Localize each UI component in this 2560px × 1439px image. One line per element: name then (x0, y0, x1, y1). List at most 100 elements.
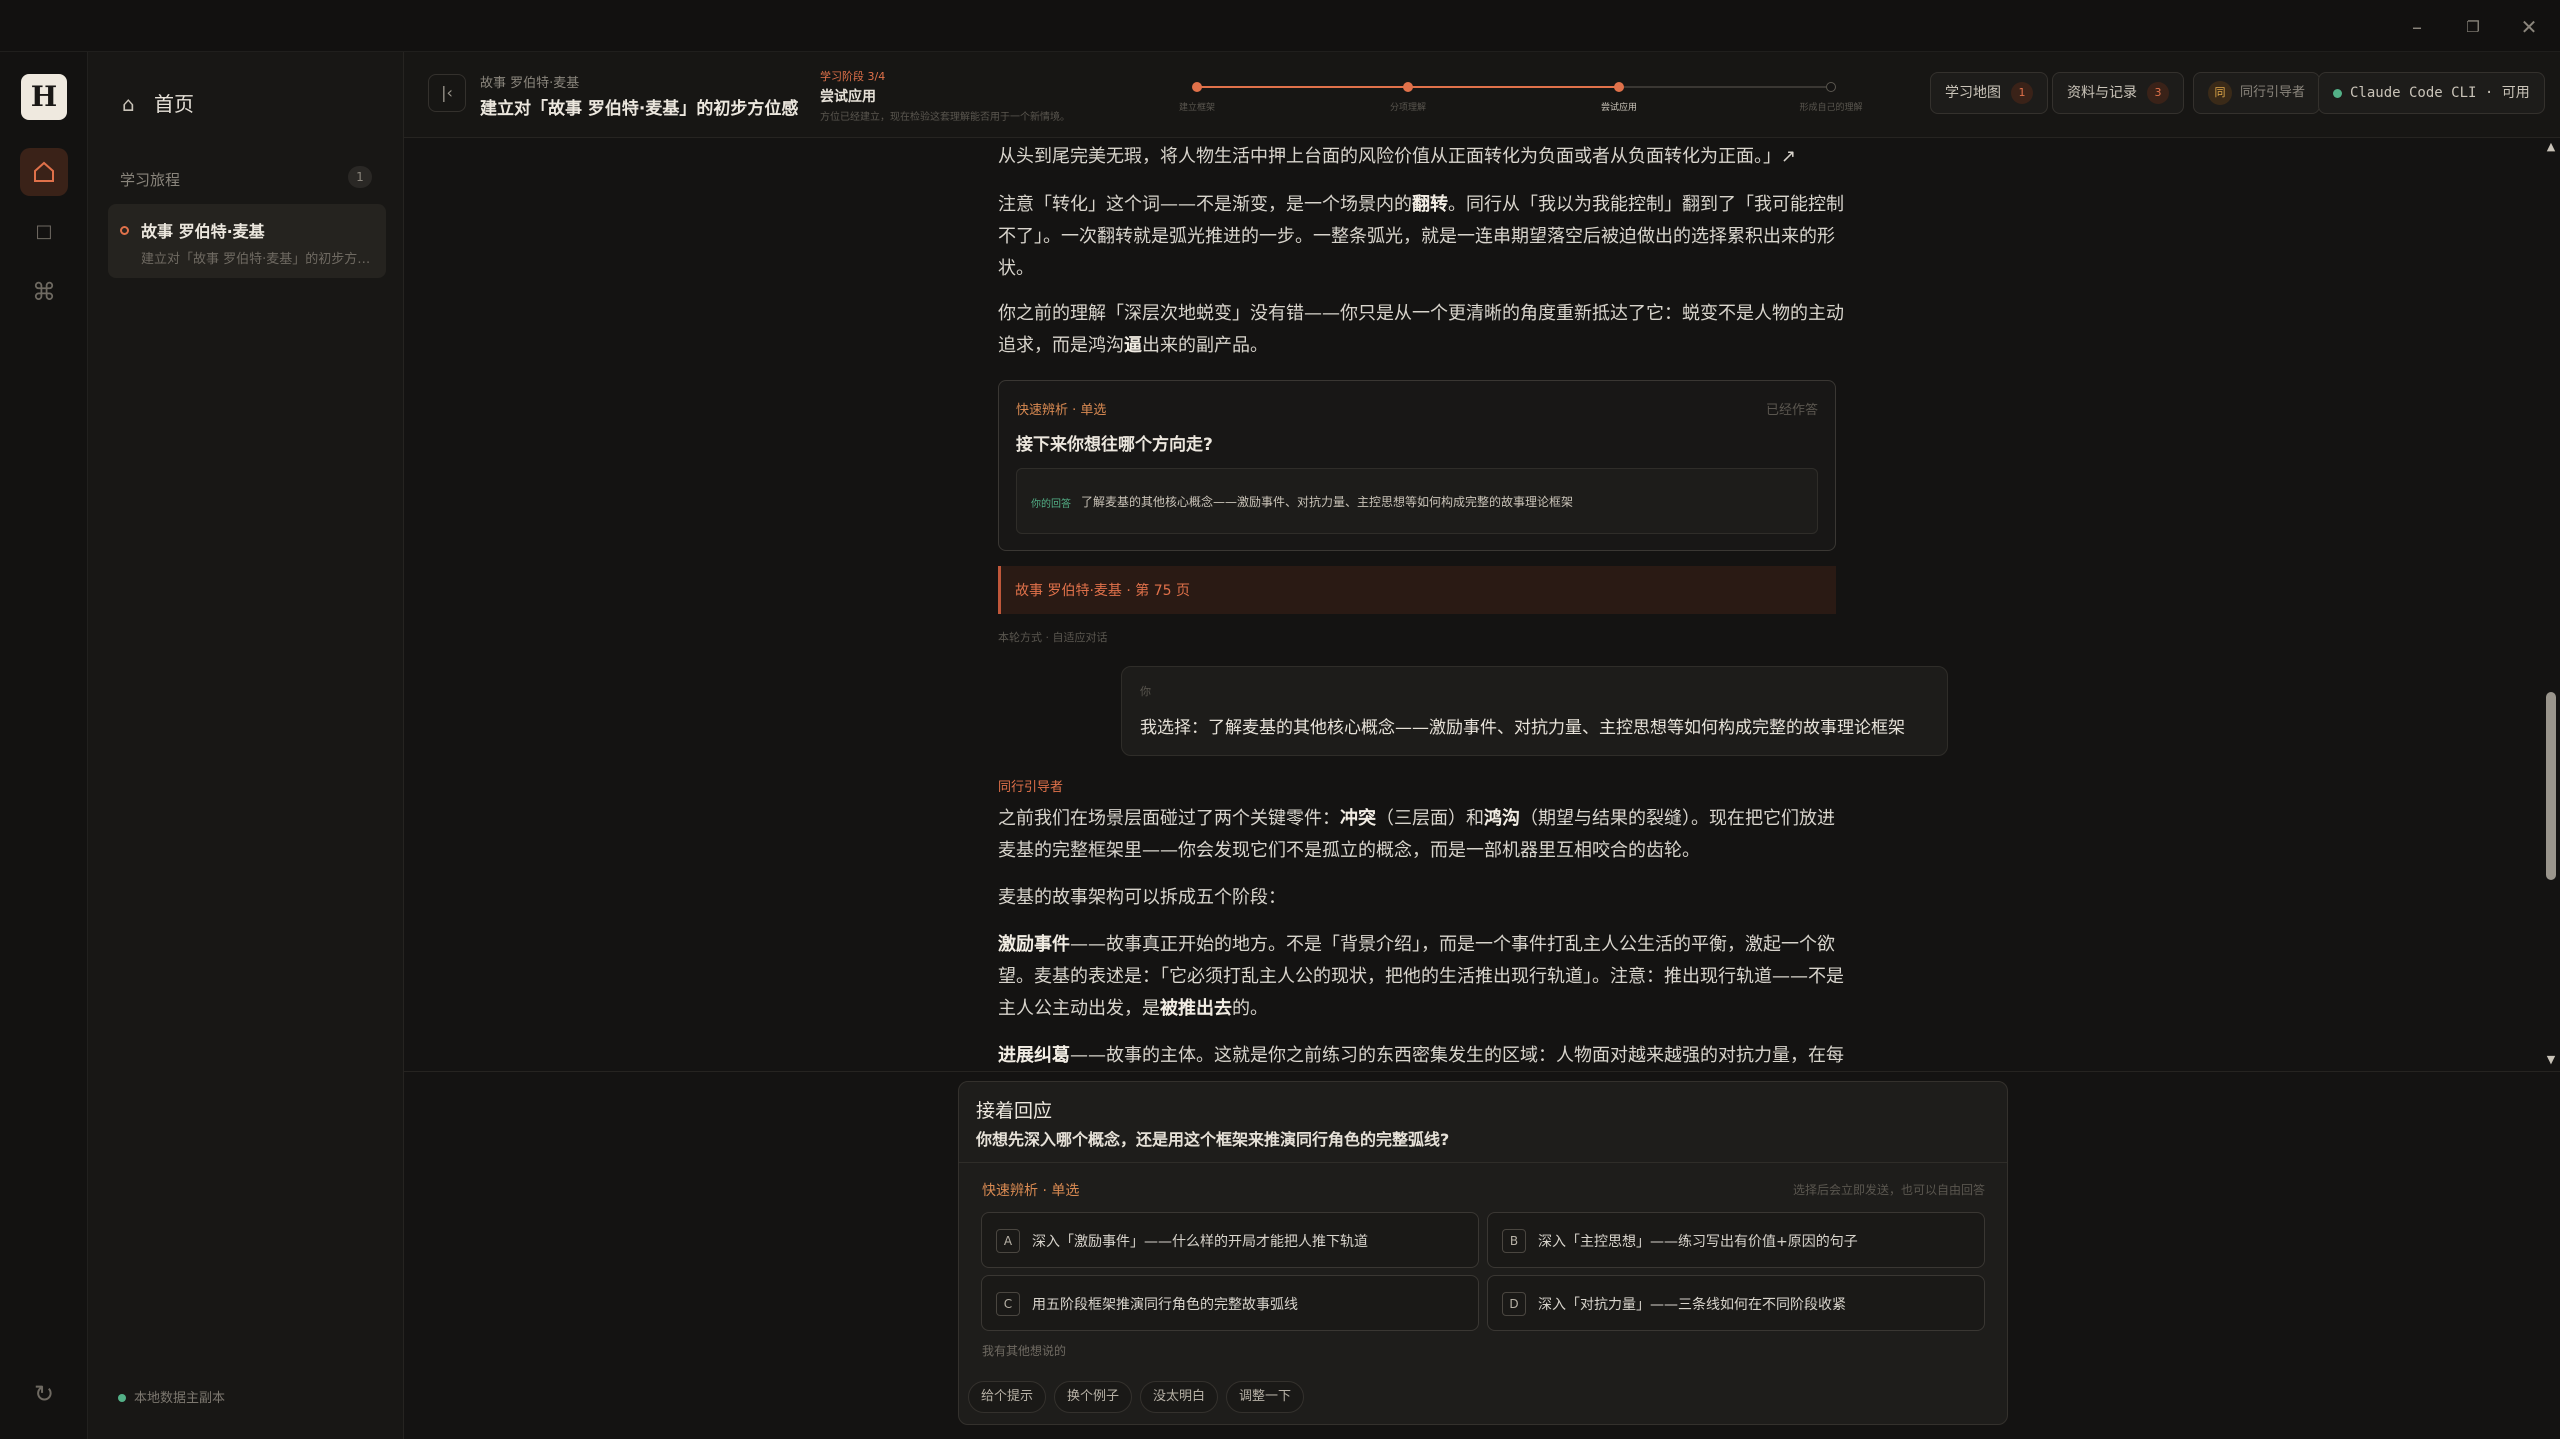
records-button[interactable]: 资料与记录 3 (2052, 72, 2184, 114)
home-icon[interactable] (20, 148, 68, 196)
example-chip[interactable]: 换个例子 (1054, 1381, 1133, 1413)
message-paragraph: 进展纠葛——故事的主体。这就是你之前练习的东西密集发生的区域：人物面对越来越强的… (998, 1045, 1844, 1066)
question-kind: 快速辨析 · 单选 (1016, 403, 1107, 418)
local-data-status: 本地数据主副本 (118, 1387, 225, 1406)
option-a-button[interactable]: A 深入「激励事件」——什么样的开局才能把人推下轨道 (981, 1212, 1479, 1268)
option-key: B (1502, 1229, 1526, 1253)
restore-icon[interactable]: ❐ (2458, 12, 2488, 42)
sidebar: ⌂ 首页 学习旅程 1 故事 罗伯特·麦基 建立对「故事 罗伯特·麦基」的初步方位… (88, 52, 404, 1439)
user-message-text: 我选择：了解麦基的其他核心概念——激励事件、对抗力量、主控思想等如何构成完整的故… (1140, 718, 1905, 738)
question-card: 快速辨析 · 单选 已经作答 接下来你想往哪个方向走? 你的回答 了解麦基的其他… (998, 380, 1836, 551)
question-status: 已经作答 (1765, 403, 1818, 418)
stage-name: 尝试应用 (820, 89, 876, 105)
message-paragraph: 麦基的故事架构可以拆成五个阶段： (998, 887, 1286, 908)
answer-text: 了解麦基的其他核心概念——激励事件、对抗力量、主控思想等如何构成完整的故事理论框… (1081, 495, 1574, 509)
option-key: A (996, 1229, 1020, 1253)
app-logo: H (21, 74, 67, 120)
message-paragraph: 你之前的理解「深层次地蜕变」没有错——你只是从一个更清晰的角度重新抵达了它：蜕变… (998, 303, 1844, 356)
square-icon[interactable]: □ (20, 208, 68, 256)
stage-description: 方位已经建立，现在检验这套理解能否用于一个新情境。 (820, 112, 1070, 123)
agent-label: 同行引导者 (998, 780, 1064, 795)
progress-line-rest (1619, 86, 1826, 88)
progress-node[interactable] (1614, 82, 1624, 92)
close-icon[interactable]: ✕ (2514, 12, 2544, 42)
section-count-badge: 1 (348, 166, 372, 188)
free-reply-link[interactable]: 我有其他想说的 (982, 1342, 1066, 1359)
option-key: D (1502, 1292, 1526, 1316)
breadcrumb: 故事 罗伯特·麦基 (480, 76, 580, 91)
progress-label: 形成自己的理解 (1799, 103, 1863, 113)
composer-question: 你想先深入哪个概念，还是用这个框架来推演同行角色的完整弧线? (976, 1130, 1450, 1149)
command-icon[interactable]: ⌘ (20, 268, 68, 316)
progress-label: 建立框架 (1178, 103, 1215, 113)
learning-map-label: 学习地图 (1945, 85, 2001, 101)
learning-map-badge: 1 (2011, 82, 2033, 104)
journey-title: 故事 罗伯特·麦基 (141, 222, 265, 241)
message-paragraph: 之前我们在场景层面碰过了两个关键零件：冲突（三层面）和鸿沟（期望与结果的裂缝）。… (998, 808, 1835, 861)
message-paragraph: 激励事件——故事真正开始的地方。不是「背景介绍」，而是一个事件打乱主人公生活的平… (998, 934, 1844, 1019)
option-key: C (996, 1292, 1020, 1316)
answer-box: 你的回答 了解麦基的其他核心概念——激励事件、对抗力量、主控思想等如何构成完整的… (1016, 468, 1818, 534)
peer-guide-label: 同行引导者 (2240, 85, 2306, 100)
adjust-chip[interactable]: 调整一下 (1226, 1381, 1305, 1413)
composer-hint: 选择后会立即发送，也可以自由回答 (1792, 1183, 1985, 1197)
peer-avatar: 同 (2208, 80, 2232, 105)
scroll-up-icon[interactable]: ▲ (2546, 141, 2556, 152)
unclear-chip[interactable]: 没太明白 (1140, 1381, 1219, 1413)
option-c-button[interactable]: C 用五阶段框架推演同行角色的完整故事弧线 (981, 1275, 1479, 1331)
minimize-icon[interactable]: – (2402, 12, 2432, 42)
status-dot (2333, 88, 2342, 98)
cli-status-label: Claude Code CLI · 可用 (2350, 85, 2530, 101)
hint-chip[interactable]: 给个提示 (968, 1381, 1047, 1413)
option-text: 深入「激励事件」——什么样的开局才能把人推下轨道 (1032, 1234, 1368, 1250)
reply-composer: 接着回应 你想先深入哪个概念，还是用这个框架来推演同行角色的完整弧线? 快速辨析… (958, 1081, 2008, 1425)
home-label: 首页 (154, 92, 194, 116)
records-label: 资料与记录 (2067, 85, 2137, 101)
journey-item[interactable]: 故事 罗伯特·麦基 建立对「故事 罗伯特·麦基」的初步方位感 (108, 204, 386, 278)
message-paragraph: 从头到尾完美无瑕，将人物生活中押上台面的风险价值从正面转化为负面或者从负面转化为… (998, 146, 1797, 167)
progress-node[interactable] (1192, 82, 1202, 92)
stage-progress: 建立框架 分项理解 尝试应用 形成自己的理解 (1179, 82, 1863, 122)
question-text: 接下来你想往哪个方向走? (1016, 435, 1213, 455)
composer-title: 接着回应 (976, 1100, 1053, 1122)
scrollbar[interactable] (2542, 139, 2560, 1071)
progress-node[interactable] (1403, 82, 1413, 92)
learning-map-button[interactable]: 学习地图 1 (1930, 72, 2048, 114)
progress-node[interactable] (1826, 82, 1836, 92)
cli-status-button[interactable]: Claude Code CLI · 可用 (2318, 72, 2545, 114)
scroll-down-icon[interactable]: ▼ (2546, 1054, 2556, 1065)
composer-kind: 快速辨析 · 单选 (982, 1183, 1080, 1199)
option-text: 用五阶段框架推演同行角色的完整故事弧线 (1032, 1297, 1298, 1313)
journey-subtitle: 建立对「故事 罗伯特·麦基」的初步方位感 (141, 252, 377, 267)
collapse-sidebar-button[interactable]: |‹ (428, 74, 466, 112)
journey-status-dot (120, 226, 129, 235)
user-label: 你 (1140, 685, 1151, 698)
sidebar-home-link[interactable]: ⌂ 首页 (122, 88, 194, 117)
divider (959, 1162, 2007, 1163)
option-text: 深入「主控思想」——练习写出有价值+原因的句子 (1538, 1234, 1858, 1250)
option-d-button[interactable]: D 深入「对抗力量」——三条线如何在不同阶段收紧 (1487, 1275, 1985, 1331)
refresh-icon[interactable]: ↻ (20, 1370, 68, 1418)
nav-rail: H □ ⌘ ↻ (0, 52, 88, 1439)
progress-label: 分项理解 (1389, 103, 1426, 113)
scrollbar-thumb[interactable] (2546, 692, 2556, 880)
local-data-label: 本地数据主副本 (134, 1391, 226, 1406)
header: |‹ 故事 罗伯特·麦基 建立对「故事 罗伯特·麦基」的初步方位感 学习阶段 3… (404, 52, 2560, 138)
home-outline-icon: ⌂ (122, 92, 135, 116)
source-citation[interactable]: 故事 罗伯特·麦基 · 第 75 页 (998, 566, 1836, 614)
title-bar: – ❐ ✕ (0, 0, 2560, 52)
option-text: 深入「对抗力量」——三条线如何在不同阶段收紧 (1538, 1297, 1846, 1313)
page-title: 建立对「故事 罗伯特·麦基」的初步方位感 (480, 99, 799, 119)
peer-guide-button[interactable]: 同同行引导者 (2193, 72, 2321, 114)
source-text: 故事 罗伯特·麦基 · 第 75 页 (1015, 583, 1190, 599)
section-title: 学习旅程 (120, 171, 181, 189)
user-message: 你 我选择：了解麦基的其他核心概念——激励事件、对抗力量、主控思想等如何构成完整… (1121, 666, 1948, 756)
records-badge: 3 (2147, 82, 2169, 104)
mode-label: 本轮方式 · 自适应对话 (998, 631, 1108, 644)
conversation-area: 从头到尾完美无瑕，将人物生活中押上台面的风险价值从正面转化为负面或者从负面转化为… (404, 139, 2542, 1071)
status-dot (118, 1394, 126, 1402)
option-b-button[interactable]: B 深入「主控思想」——练习写出有价值+原因的句子 (1487, 1212, 1985, 1268)
message-paragraph: 注意「转化」这个词——不是渐变，是一个场景内的翻转。同行从「我以为我能控制」翻到… (998, 194, 1844, 279)
progress-label: 尝试应用 (1600, 103, 1637, 113)
stage-label: 学习阶段 3/4 (820, 70, 886, 83)
